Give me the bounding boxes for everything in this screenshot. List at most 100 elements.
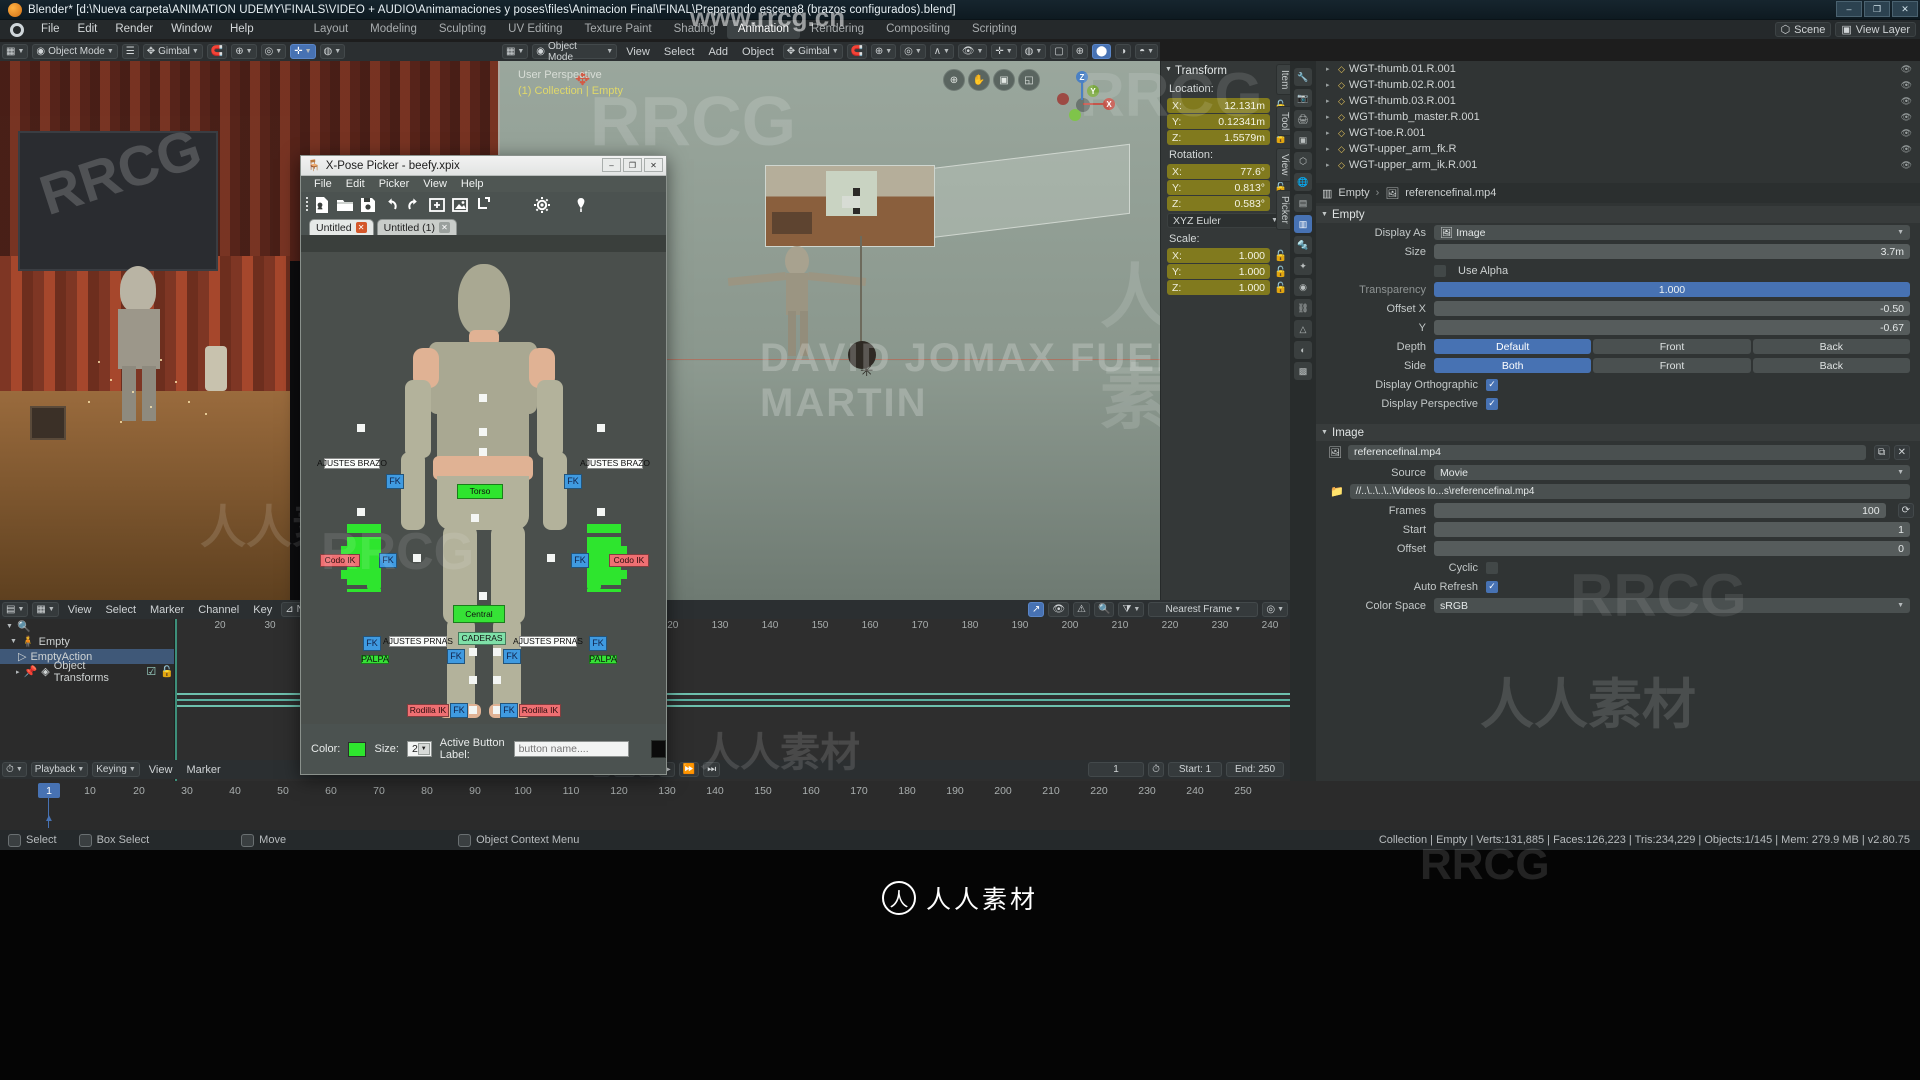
picker-handle[interactable] — [357, 424, 365, 432]
tool-icon[interactable]: 🔧 — [1294, 68, 1312, 86]
close-icon[interactable]: ✕ — [439, 222, 450, 233]
picker-button-fk[interactable]: FK — [447, 649, 465, 664]
falloff-curve-icon[interactable]: ∧▼ — [930, 44, 954, 59]
picker-handle[interactable] — [479, 394, 487, 402]
object-icon[interactable]: ▥ — [1294, 215, 1312, 233]
snap-target-icon-2[interactable]: ⊕▼ — [871, 44, 896, 59]
minimize-button[interactable]: – — [1836, 1, 1862, 17]
save-icon[interactable] — [359, 196, 377, 214]
outliner-row[interactable]: ▸◇WGT-upper_arm_fk.R👁 — [1316, 141, 1920, 157]
outliner-row[interactable]: ▸◇WGT-thumb.02.R.001👁 — [1316, 77, 1920, 93]
transform-panel-header[interactable]: Transform — [1161, 61, 1290, 80]
snap-magnet-icon-2[interactable]: 🧲 — [847, 44, 867, 59]
workspace-tab-uv-editing[interactable]: UV Editing — [497, 20, 573, 39]
picker-button-palpa[interactable]: PALPA — [361, 655, 389, 664]
color-swatch[interactable] — [348, 742, 366, 757]
display-orthographic-checkbox[interactable]: ✓ — [1486, 379, 1498, 391]
snap-magnet-icon[interactable]: 🧲 — [207, 44, 227, 59]
offset-x-value[interactable]: -0.50 — [1434, 301, 1910, 316]
render-icon[interactable]: 📷 — [1294, 89, 1312, 107]
picker-button-ajustes-brazo[interactable]: AJUSTES BRAZO — [587, 458, 643, 469]
picker-button-caderas[interactable]: CADERAS — [458, 632, 506, 645]
xpose-menu-picker[interactable]: Picker — [372, 178, 417, 190]
depth-front[interactable]: Front — [1593, 339, 1750, 354]
world-icon[interactable]: 🌐 — [1294, 173, 1312, 191]
shading-wireframe-icon[interactable]: ⊕ — [1072, 44, 1088, 59]
image-file-field[interactable]: referencefinal.mp4 — [1348, 445, 1866, 460]
viewport-menu-add[interactable]: Add — [701, 46, 735, 58]
side-back[interactable]: Back — [1753, 358, 1910, 373]
timeline-playhead-label[interactable]: 1 — [38, 783, 60, 798]
location-y-field[interactable]: Y: 0.12341m 🔓 — [1167, 114, 1270, 129]
eye-icon[interactable]: 👁 — [1901, 160, 1912, 171]
snap-mode-dropdown[interactable]: Nearest Frame▼ — [1148, 602, 1258, 617]
next-keyframe-button[interactable]: ⏩ — [679, 762, 699, 777]
side-segmented[interactable]: Both Front Back — [1434, 358, 1910, 373]
jump-end-button[interactable]: ⏭ — [703, 762, 720, 777]
sidebar-tab-item[interactable]: Item — [1276, 64, 1290, 95]
picker-handle[interactable] — [469, 676, 477, 684]
eye-icon[interactable]: 👁 — [1901, 96, 1912, 107]
hand-icon[interactable]: ✋ — [968, 69, 990, 91]
workspace-tab-sculpting[interactable]: Sculpting — [428, 20, 497, 39]
editor-type-icon[interactable]: ▦▼ — [2, 44, 28, 59]
object-mode-selector-2[interactable]: ◉Object Mode▼ — [532, 44, 617, 59]
xpose-title-bar[interactable]: 🪑 X-Pose Picker - beefy.xpix – ❐ ✕ — [301, 156, 666, 176]
gizmo-axis-z[interactable]: Z — [1076, 71, 1088, 83]
properties-tab-rail[interactable]: 🔧 📷 🖨 ▣ ⬡ 🌐 ▤ ▥ 🔩 ✦ ◉ ⛓ △ ◐ ▩ — [1290, 61, 1316, 781]
picker-handle[interactable] — [357, 508, 365, 516]
timeline-menu-marker[interactable]: Marker — [179, 764, 227, 776]
export-icon[interactable] — [474, 196, 492, 214]
gizmo-axis-x[interactable]: X — [1103, 98, 1115, 110]
location-z-field[interactable]: Z: 1.5579m 🔓 — [1167, 130, 1270, 145]
end-frame-field[interactable]: End: 250 — [1226, 762, 1284, 777]
collection-icon[interactable]: ▤ — [1294, 194, 1312, 212]
channel-lock-icon[interactable]: 🔓 — [160, 665, 174, 678]
frames-value[interactable]: 100 — [1434, 503, 1886, 518]
visibility-icon[interactable]: 👁▼ — [958, 44, 988, 59]
color-space-dropdown[interactable]: sRGB ▼ — [1434, 598, 1910, 613]
reference-video-plane[interactable] — [765, 165, 935, 247]
side-front[interactable]: Front — [1593, 358, 1750, 373]
picker-handle[interactable] — [471, 514, 479, 522]
viewport-menu-view[interactable]: View — [619, 46, 657, 58]
picker-button-central[interactable]: Central — [453, 605, 505, 623]
menu-render[interactable]: Render — [106, 20, 162, 39]
xpose-menu-view[interactable]: View — [416, 178, 454, 190]
only-errors-icon[interactable]: ⚠ — [1073, 602, 1090, 617]
viewport-menu-object[interactable]: Object — [735, 46, 781, 58]
transform-orientation-selector-2[interactable]: ✥Gimbal▼ — [783, 44, 843, 59]
filter-icon[interactable]: ⧩▼ — [1118, 602, 1144, 617]
editor-type-icon-2[interactable]: ▦▼ — [502, 44, 528, 59]
depth-default[interactable]: Default — [1434, 339, 1591, 354]
shading-material-icon[interactable]: ◑ — [1115, 44, 1131, 59]
picker-handle[interactable] — [413, 554, 421, 562]
proportional-edit-icon[interactable]: ◎▼ — [261, 44, 287, 59]
eye-icon[interactable]: 👁 — [1901, 128, 1912, 139]
picker-button-fk[interactable]: FK — [386, 474, 404, 489]
picker-handle[interactable] — [547, 554, 555, 562]
menu-file[interactable]: File — [32, 20, 69, 39]
xpose-toolbar[interactable] — [301, 192, 666, 218]
timeline-editor[interactable]: 10 20 30 40 50 60 70 80 90 100 110 120 1… — [0, 781, 1920, 830]
side-both[interactable]: Both — [1434, 358, 1591, 373]
outliner[interactable]: ▸◇WGT-thumb.01.R.001👁 ▸◇WGT-thumb.02.R.0… — [1316, 61, 1920, 181]
offset-value[interactable]: 0 — [1434, 541, 1910, 556]
lock-open-icon[interactable]: 🔓 — [1274, 281, 1286, 293]
dropdown-menu-icon[interactable]: ☰ — [122, 44, 139, 59]
settings-gear-icon[interactable] — [533, 196, 551, 214]
outliner-row[interactable]: ▸◇WGT-thumb_master.R.001👁 — [1316, 109, 1920, 125]
scale-x-field[interactable]: X: 1.000 🔓 — [1167, 248, 1270, 263]
xpose-minimize-button[interactable]: – — [602, 158, 621, 172]
view-layer-icon[interactable]: ▣ — [1294, 131, 1312, 149]
workspace-tab-rendering[interactable]: Rendering — [800, 20, 875, 39]
scene-selector[interactable]: ⬡ Scene — [1775, 22, 1832, 37]
xpose-tab-bar[interactable]: Untitled ✕ Untitled (1) ✕ — [301, 218, 666, 235]
rotation-z-field[interactable]: Z: 0.583° 🔓 — [1167, 196, 1270, 211]
sidebar-tab-tool[interactable]: Tool — [1276, 106, 1290, 136]
picker-button-codo-ik[interactable]: Codo IK — [320, 554, 360, 567]
outliner-row[interactable]: ▸◇WGT-toe.R.001👁 — [1316, 125, 1920, 141]
picker-button-ajustes-brazo[interactable]: AJUSTES BRAZO — [324, 458, 380, 469]
picker-button-fk[interactable]: FK — [500, 703, 518, 718]
shading-solid-icon[interactable]: ⬤ — [1092, 44, 1111, 59]
